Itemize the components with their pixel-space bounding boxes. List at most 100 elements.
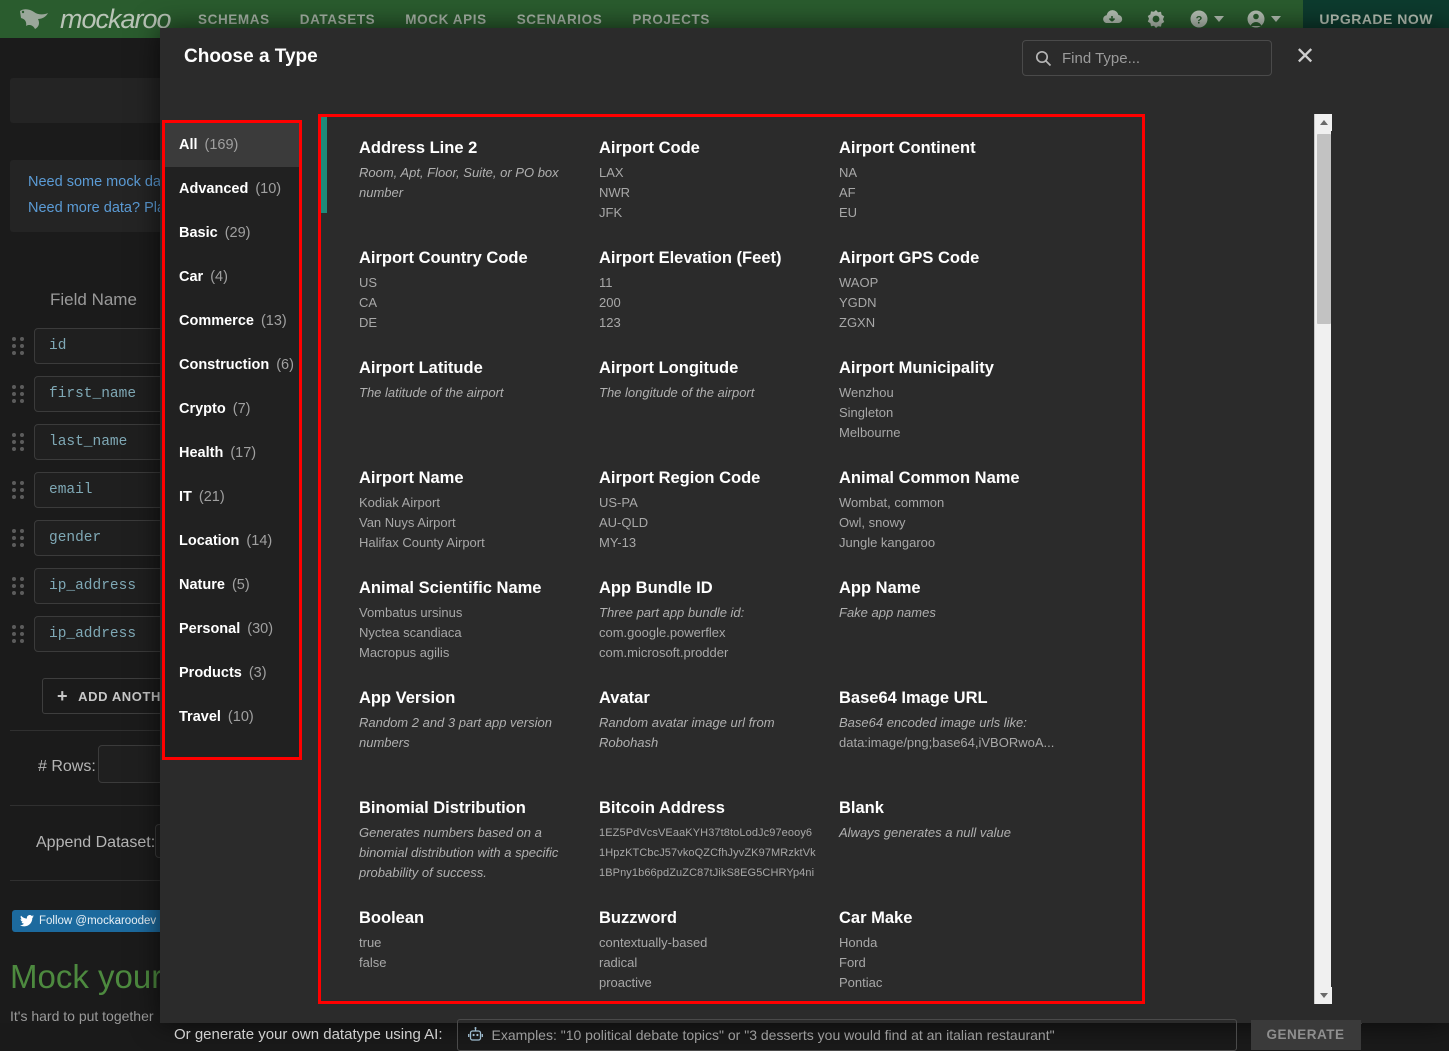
type-title: Airport Country Code: [359, 249, 599, 268]
drag-handle-icon[interactable]: [12, 577, 26, 595]
type-card[interactable]: Airport LongitudeThe longitude of the ai…: [599, 359, 839, 469]
category-item-personal[interactable]: Personal (30): [165, 607, 299, 651]
add-field-label: ADD ANOTH: [78, 689, 161, 704]
type-card[interactable]: Binomial DistributionGenerates numbers b…: [359, 799, 599, 909]
help-icon[interactable]: ?: [1189, 9, 1224, 29]
type-sample-value: Nyctea scandiaca: [359, 623, 599, 643]
twitter-follow-button[interactable]: Follow @mockaroodev: [12, 910, 164, 932]
type-description: The longitude of the airport: [599, 383, 809, 403]
close-icon[interactable]: ✕: [1293, 46, 1317, 70]
scrollbar-thumb[interactable]: [1317, 134, 1331, 324]
modal-scrollbar[interactable]: [1314, 114, 1331, 1004]
type-card[interactable]: Airport Elevation (Feet)11200123: [599, 249, 839, 359]
category-label: Location: [179, 533, 239, 549]
type-description: Base64 encoded image urls like:: [839, 713, 1049, 733]
scroll-up-button[interactable]: [1315, 114, 1332, 131]
download-icon[interactable]: [1101, 10, 1123, 28]
category-item-crypto[interactable]: Crypto (7): [165, 387, 299, 431]
type-card[interactable]: Animal Scientific Name Vombatus ursinusNy…: [359, 579, 599, 689]
nav-item-scenarios[interactable]: SCENARIOS: [517, 12, 603, 27]
ai-prompt-input[interactable]: [492, 1027, 1212, 1043]
category-item-advanced[interactable]: Advanced (10): [165, 167, 299, 211]
type-sample-value: EU: [839, 203, 1099, 223]
type-card[interactable]: Airport LatitudeThe latitude of the airp…: [359, 359, 599, 469]
type-card[interactable]: BlankAlways generates a null value: [839, 799, 1099, 909]
category-item-all[interactable]: All (169): [165, 123, 299, 167]
brand-logo[interactable]: mockaroo: [14, 4, 184, 35]
drag-handle-icon[interactable]: [12, 433, 26, 451]
generate-button[interactable]: GENERATE: [1251, 1020, 1361, 1050]
type-card[interactable]: Car MakeHondaFordPontiac: [839, 909, 1099, 1001]
type-title: Base64 Image URL: [839, 689, 1099, 708]
type-title: App Bundle ID: [599, 579, 839, 598]
nav-item-schemas[interactable]: SCHEMAS: [198, 12, 270, 27]
type-card[interactable]: Airport Region CodeUS-PAAU-QLDMY-13: [599, 469, 839, 579]
find-type-search[interactable]: [1022, 40, 1272, 76]
type-sample-value: Van Nuys Airport: [359, 513, 599, 533]
brand-name: mockaroo: [60, 4, 171, 35]
category-label: Advanced: [179, 181, 248, 197]
category-item-nature[interactable]: Nature (5): [165, 563, 299, 607]
account-icon[interactable]: [1246, 9, 1281, 29]
type-title: Car Make: [839, 909, 1099, 928]
drag-handle-icon[interactable]: [12, 385, 26, 403]
nav-item-projects[interactable]: PROJECTS: [632, 12, 710, 27]
type-sample-value: Jungle kangaroo: [839, 533, 1099, 553]
category-label: Construction: [179, 357, 269, 373]
type-card[interactable]: Airport Country CodeUSCADE: [359, 249, 599, 359]
search-input[interactable]: [1062, 50, 1252, 67]
type-card[interactable]: App Bundle IDThree part app bundle id:co…: [599, 579, 839, 689]
category-count: (4): [210, 269, 228, 285]
category-item-commerce[interactable]: Commerce (13): [165, 299, 299, 343]
type-sample-value: ZGXN: [839, 313, 1099, 333]
drag-handle-icon[interactable]: [12, 337, 26, 355]
type-sample-value: Vombatus ursinus: [359, 603, 599, 623]
category-item-health[interactable]: Health (17): [165, 431, 299, 475]
nav-item-mock-apis[interactable]: MOCK APIS: [405, 12, 486, 27]
type-card[interactable]: Airport MunicipalityWenzhouSingletonMelb…: [839, 359, 1099, 469]
drag-handle-icon[interactable]: [12, 625, 26, 643]
type-card[interactable]: App NameFake app names: [839, 579, 1099, 689]
type-grid-scroll[interactable]: Address Line 2Room, Apt, Floor, Suite, o…: [335, 117, 1142, 1001]
gear-icon[interactable]: [1145, 8, 1167, 30]
category-item-construction[interactable]: Construction (6): [165, 343, 299, 387]
type-card[interactable]: Airport CodeLAXNWRJFK: [599, 139, 839, 249]
category-item-products[interactable]: Products (3): [165, 651, 299, 695]
type-title: App Version: [359, 689, 599, 708]
type-sample-value: Ford: [839, 953, 1099, 973]
category-label: IT: [179, 489, 192, 505]
type-card[interactable]: App VersionRandom 2 and 3 part app versi…: [359, 689, 599, 799]
scroll-down-button[interactable]: [1315, 987, 1332, 1004]
type-title: Animal Scientific Name: [359, 579, 599, 598]
chevron-down-icon: [1271, 16, 1281, 22]
ai-prompt-field[interactable]: [457, 1019, 1237, 1051]
type-card[interactable]: AvatarRandom avatar image url from Roboh…: [599, 689, 839, 799]
category-item-it[interactable]: IT (21): [165, 475, 299, 519]
category-item-car[interactable]: Car (4): [165, 255, 299, 299]
field-name-header: Field Name: [50, 290, 137, 310]
type-sample-value: 123: [599, 313, 839, 333]
active-column-accent: [321, 117, 327, 213]
category-item-location[interactable]: Location (14): [165, 519, 299, 563]
drag-handle-icon[interactable]: [12, 529, 26, 547]
type-description: Random avatar image url from Robohash: [599, 713, 809, 753]
type-card[interactable]: Booleantruefalse: [359, 909, 599, 1001]
category-count: (6): [276, 357, 294, 373]
type-card[interactable]: Base64 Image URL Base64 encoded image url…: [839, 689, 1099, 799]
nav-item-datasets[interactable]: DATASETS: [300, 12, 376, 27]
type-card[interactable]: Buzzwordcontextually-basedradicalproacti…: [599, 909, 839, 1001]
type-sample-value: Pontiac: [839, 973, 1099, 993]
type-card[interactable]: Airport NameKodiak AirportVan Nuys Airpo…: [359, 469, 599, 579]
type-card[interactable]: Address Line 2Room, Apt, Floor, Suite, o…: [359, 139, 599, 249]
type-card[interactable]: Bitcoin Address1EZ5PdVcsVEaaKYH37t8toLod…: [599, 799, 839, 909]
type-card[interactable]: Airport ContinentNAAFEU: [839, 139, 1099, 249]
type-card[interactable]: Airport GPS CodeWAOPYGDNZGXN: [839, 249, 1099, 359]
modal-body: All (169) Advanced (10) Basic (29) Car (…: [160, 90, 1449, 1018]
category-item-basic[interactable]: Basic (29): [165, 211, 299, 255]
type-card[interactable]: Animal Common NameWombat, commonOwl, sno…: [839, 469, 1099, 579]
category-count: (7): [233, 401, 251, 417]
drag-handle-icon[interactable]: [12, 481, 26, 499]
category-label: Car: [179, 269, 203, 285]
category-item-travel[interactable]: Travel (10): [165, 695, 299, 739]
rows-label: # Rows:: [38, 758, 96, 776]
